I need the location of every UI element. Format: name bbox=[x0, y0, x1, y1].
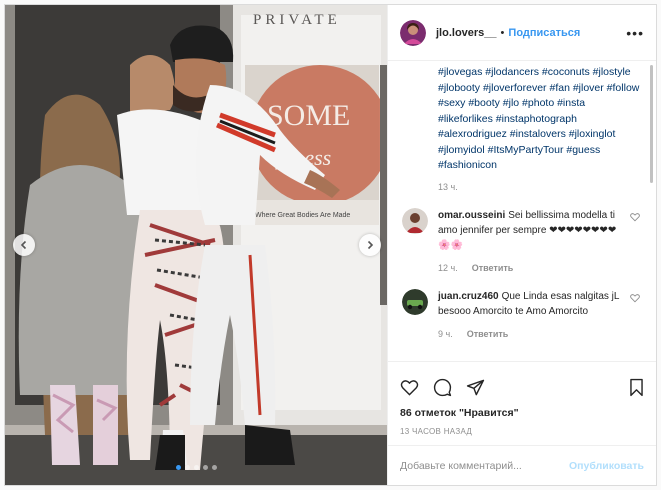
comment-item: juan.cruz460 Que Linda esas nalgitas jL b… bbox=[402, 288, 642, 339]
reply-button[interactable]: Ответить bbox=[467, 329, 509, 339]
banner-word-1: SOME bbox=[267, 99, 350, 132]
share-paper-plane-icon[interactable] bbox=[466, 378, 485, 397]
save-bookmark-icon[interactable] bbox=[627, 378, 646, 397]
chevron-right-icon bbox=[367, 240, 374, 250]
carousel-dot bbox=[193, 465, 199, 470]
storefront-sign: PRIVATE bbox=[253, 12, 341, 28]
comment-time: 9 ч. bbox=[438, 328, 453, 339]
carousel-indicator bbox=[5, 465, 387, 470]
comment-item: omar.ousseini Sei bellissima modella ti a… bbox=[402, 207, 642, 273]
commenter-avatar[interactable] bbox=[402, 288, 428, 315]
next-photo-button[interactable] bbox=[359, 234, 381, 256]
posted-timestamp[interactable]: 13 ЧАСОВ НАЗАД bbox=[388, 423, 656, 445]
commenter-avatar[interactable] bbox=[402, 207, 428, 234]
chevron-left-icon bbox=[20, 240, 27, 250]
caption-hashtags[interactable]: #jlovegas #jlodancers #coconuts #jlostyl… bbox=[438, 65, 642, 174]
follow-button[interactable]: Подписаться bbox=[508, 27, 580, 39]
comment-time: 12 ч. bbox=[438, 262, 458, 273]
header-separator: • bbox=[500, 26, 505, 39]
carousel-dot bbox=[175, 465, 181, 470]
like-comment-heart-icon[interactable] bbox=[630, 212, 640, 222]
comments-scrollbar[interactable] bbox=[650, 65, 653, 183]
post-header: jlo.lovers__ • Подписаться ••• bbox=[388, 5, 656, 61]
author-username[interactable]: jlo.lovers__ bbox=[436, 27, 497, 39]
post-photo[interactable]: PRIVATE SOME fitness Where Great Bodies … bbox=[5, 5, 388, 485]
caption-time: 13 ч. bbox=[438, 181, 458, 192]
more-options-button[interactable]: ••• bbox=[626, 25, 644, 41]
carousel-dot bbox=[211, 465, 217, 470]
comment-bubble-icon[interactable] bbox=[433, 378, 452, 397]
author-avatar[interactable] bbox=[400, 19, 426, 46]
commenter-username[interactable]: omar.ousseini bbox=[438, 210, 505, 221]
carousel-dot bbox=[184, 465, 190, 470]
instagram-post: PRIVATE SOME fitness Where Great Bodies … bbox=[4, 4, 657, 486]
add-comment-bar: Опубликовать bbox=[388, 445, 656, 485]
commenter-username[interactable]: juan.cruz460 bbox=[438, 291, 499, 302]
post-actions bbox=[388, 361, 656, 413]
photo-scene: PRIVATE SOME fitness Where Great Bodies … bbox=[5, 5, 387, 485]
carousel-dot bbox=[202, 465, 208, 470]
post-side-panel: jlo.lovers__ • Подписаться ••• #jlovegas… bbox=[388, 5, 656, 485]
like-heart-icon[interactable] bbox=[400, 378, 419, 397]
publish-button[interactable]: Опубликовать bbox=[569, 460, 644, 472]
like-comment-heart-icon[interactable] bbox=[630, 293, 640, 303]
comments-list[interactable]: #jlovegas #jlodancers #coconuts #jlostyl… bbox=[388, 61, 656, 361]
comment-input[interactable] bbox=[400, 459, 570, 472]
reply-button[interactable]: Ответить bbox=[472, 263, 514, 273]
previous-photo-button[interactable] bbox=[13, 234, 35, 256]
banner-tagline: Where Great Bodies Are Made bbox=[255, 212, 350, 219]
